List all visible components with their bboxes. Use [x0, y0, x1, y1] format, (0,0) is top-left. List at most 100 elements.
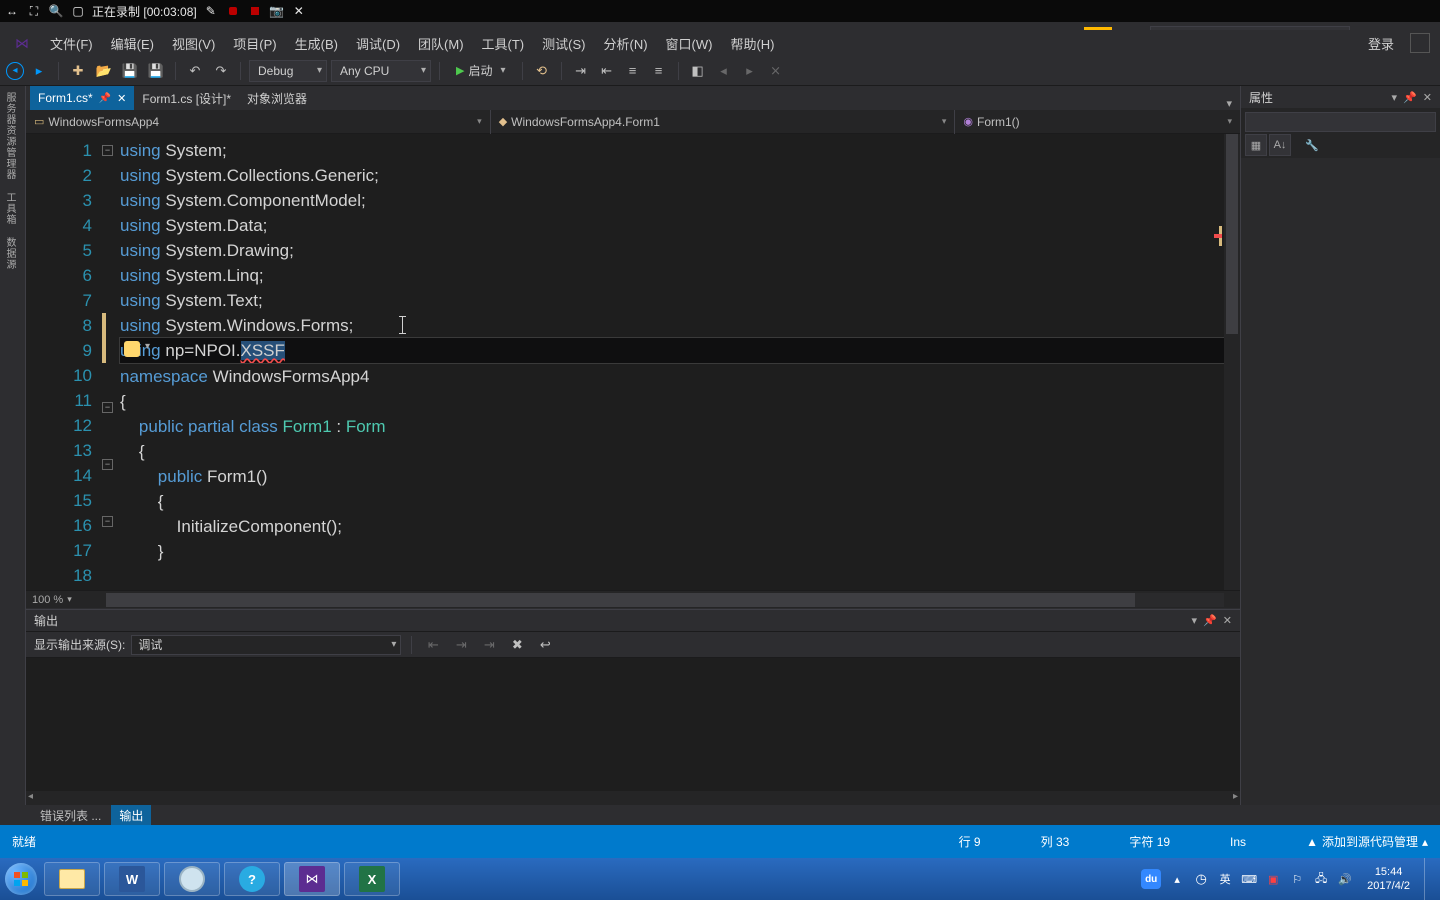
properties-wrench-icon[interactable]: 🔧	[1301, 134, 1323, 156]
open-file-button[interactable]: 📂	[93, 60, 115, 82]
toolbox-tab[interactable]: 工具箱	[0, 186, 19, 231]
tab-output[interactable]: 输出	[111, 805, 151, 826]
taskbar-help[interactable]: ?	[224, 862, 280, 896]
tray-clock[interactable]: 15:442017/4/2	[1361, 865, 1416, 893]
tray-globe-icon[interactable]: ◷	[1193, 871, 1209, 887]
properties-grid[interactable]	[1241, 158, 1440, 805]
menu-analyze[interactable]: 分析(N)	[595, 32, 655, 55]
output-clear-button[interactable]: ✖	[506, 634, 528, 656]
properties-close-icon[interactable]: ✕	[1423, 91, 1432, 104]
properties-object-dropdown[interactable]	[1245, 112, 1436, 132]
menu-debug[interactable]: 调试(D)	[348, 32, 408, 55]
bookmark-clear-button: ⨯	[765, 60, 787, 82]
menu-help[interactable]: 帮助(H)	[722, 32, 782, 55]
config-dropdown[interactable]: Debug	[249, 60, 327, 82]
categorized-button[interactable]: ▦	[1245, 134, 1267, 156]
output-wrap-button[interactable]: ↩	[534, 634, 556, 656]
tab-error-list[interactable]: 错误列表 ...	[32, 805, 109, 826]
tray-du-icon[interactable]: du	[1141, 869, 1161, 889]
avatar-icon[interactable]	[1410, 33, 1430, 53]
output-pin-icon[interactable]: 📌	[1203, 614, 1217, 627]
platform-dropdown[interactable]: Any CPU	[331, 60, 431, 82]
save-all-button[interactable]: 💾	[145, 60, 167, 82]
lightbulb-icon[interactable]	[124, 341, 140, 357]
taskbar-explorer[interactable]	[44, 862, 100, 896]
properties-dropdown-icon[interactable]: ▾	[1392, 91, 1398, 104]
close-icon[interactable]: ✕	[117, 92, 126, 105]
output-btn-3: ⇥	[478, 634, 500, 656]
server-explorer-tab[interactable]: 服务器资源管理器	[0, 86, 19, 186]
editor-hscrollbar[interactable]	[106, 593, 1224, 607]
save-button[interactable]: 💾	[119, 60, 141, 82]
tray-keyboard-icon[interactable]: ⌨	[1241, 871, 1257, 887]
output-text-area[interactable]	[26, 658, 1240, 791]
zoom-dropdown[interactable]: 100 %	[32, 594, 63, 606]
taskbar-browser[interactable]	[164, 862, 220, 896]
alphabetical-button[interactable]: A↓	[1269, 134, 1291, 156]
taskbar-excel[interactable]: X	[344, 862, 400, 896]
pin-icon[interactable]: 📌	[99, 93, 111, 104]
start-button[interactable]	[0, 858, 42, 900]
nav-method-dropdown[interactable]: ◉ Form1()	[955, 110, 1240, 134]
code-area[interactable]: using System;using System.Collections.Ge…	[120, 134, 1240, 590]
undo-button[interactable]: ↶	[184, 60, 206, 82]
menu-edit[interactable]: 编辑(E)	[103, 32, 162, 55]
taskbar-word[interactable]: W	[104, 862, 160, 896]
recorder-record-icon[interactable]	[225, 3, 241, 19]
tab-form1-cs[interactable]: Form1.cs* 📌 ✕	[30, 86, 134, 110]
menu-tools[interactable]: 工具(T)	[474, 32, 533, 55]
menu-file[interactable]: 文件(F)	[42, 32, 101, 55]
recorder-fullscreen-icon[interactable]: ⛶	[26, 3, 42, 19]
properties-title: 属性	[1249, 89, 1273, 106]
toolbar-btn-4[interactable]: ≡	[648, 60, 670, 82]
nav-forward-button[interactable]: ▸	[28, 60, 50, 82]
editor-vscrollbar[interactable]	[1224, 134, 1240, 590]
output-btn-1: ⇤	[422, 634, 444, 656]
menu-build[interactable]: 生成(B)	[287, 32, 346, 55]
properties-pin-icon[interactable]: 📌	[1403, 91, 1417, 104]
menu-test[interactable]: 测试(S)	[534, 32, 593, 55]
tray-ime[interactable]: 英	[1217, 871, 1233, 887]
tray-flag-icon[interactable]: ⚐	[1289, 871, 1305, 887]
menu-window[interactable]: 窗口(W)	[658, 32, 721, 55]
vs-logo-icon[interactable]: ⋈	[4, 28, 40, 58]
nav-namespace-dropdown[interactable]: ▭ WindowsFormsApp4	[26, 110, 491, 134]
tab-form1-design[interactable]: Form1.cs [设计]*	[134, 86, 239, 110]
tray-network-icon[interactable]: 🖧	[1313, 871, 1329, 887]
recorder-close-icon[interactable]: ✕	[291, 3, 307, 19]
menu-team[interactable]: 团队(M)	[410, 32, 472, 55]
tray-volume-icon[interactable]: 🔊	[1337, 871, 1353, 887]
tabs-overflow-button[interactable]: ▾	[1218, 97, 1240, 110]
menu-project[interactable]: 项目(P)	[225, 32, 284, 55]
show-desktop-button[interactable]	[1424, 858, 1436, 900]
menu-login[interactable]: 登录	[1360, 32, 1402, 55]
recorder-camera-icon[interactable]: 📷	[269, 3, 285, 19]
toolbar-btn-3[interactable]: ≡	[622, 60, 644, 82]
tray-expand-icon[interactable]: ▴	[1169, 871, 1185, 887]
new-project-button[interactable]: ✚	[67, 60, 89, 82]
output-source-dropdown[interactable]: 调试	[131, 635, 401, 655]
datasources-tab[interactable]: 数据源	[0, 231, 19, 276]
code-editor[interactable]: 123456789101112131415161718 −−−− using S…	[26, 134, 1240, 590]
recorder-pencil-icon[interactable]: ✎	[203, 3, 219, 19]
tab-object-browser[interactable]: 对象浏览器	[239, 86, 315, 110]
recorder-move-icon[interactable]: ↔	[4, 3, 20, 19]
nav-class-dropdown[interactable]: ◆ WindowsFormsApp4.Form1	[491, 110, 956, 134]
toolbar-btn-2[interactable]: ⇤	[596, 60, 618, 82]
output-dropdown-icon[interactable]: ▾	[1192, 614, 1198, 627]
nav-back-button[interactable]: ◂	[6, 62, 24, 80]
output-close-icon[interactable]: ✕	[1223, 614, 1232, 627]
toolbar-btn-1[interactable]: ⇥	[570, 60, 592, 82]
tray-app-icon[interactable]: ▣	[1265, 871, 1281, 887]
redo-button[interactable]: ↷	[210, 60, 232, 82]
browser-link-button[interactable]: ⟲	[531, 60, 553, 82]
recorder-zoom-icon[interactable]: 🔍	[48, 3, 64, 19]
menu-view[interactable]: 视图(V)	[164, 32, 223, 55]
output-hscrollbar[interactable]	[26, 791, 1240, 805]
start-debug-button[interactable]: ▶启动	[448, 60, 514, 82]
taskbar-visualstudio[interactable]: ⋈	[284, 862, 340, 896]
recorder-stop-icon[interactable]	[247, 3, 263, 19]
recorder-draw-icon[interactable]: ▢	[70, 3, 86, 19]
status-source-control[interactable]: ▲ 添加到源代码管理 ▴	[1306, 833, 1428, 850]
bookmark-button[interactable]: ◧	[687, 60, 709, 82]
